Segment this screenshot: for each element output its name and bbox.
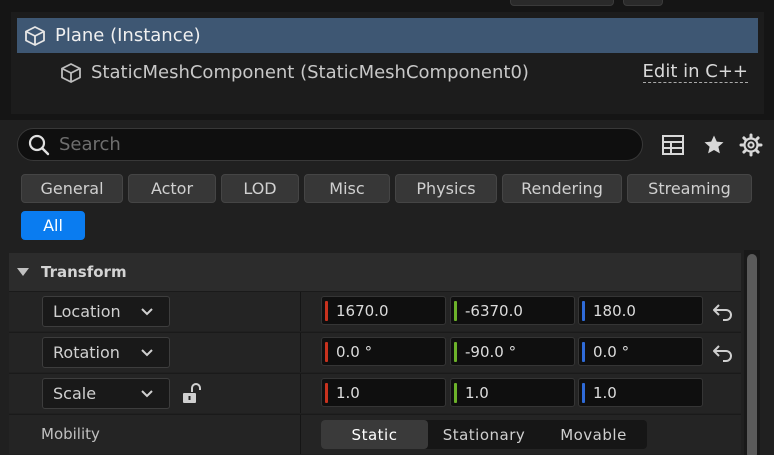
reset-to-default-icon[interactable] [712, 343, 734, 363]
settings-gear-icon[interactable] [738, 132, 764, 158]
mobility-label: Mobility [41, 425, 100, 443]
scale-row: Scale 1.0 1.0 1.0 [9, 373, 741, 413]
scale-y-value: 1.0 [465, 383, 489, 402]
table-view-icon[interactable] [660, 132, 686, 158]
filter-general-button[interactable]: General [21, 174, 123, 203]
mobility-stationary-option[interactable]: Stationary [428, 420, 540, 449]
column-divider [300, 333, 301, 372]
edit-in-cpp-link[interactable]: Edit in C++ [642, 62, 748, 83]
column-divider [300, 374, 301, 413]
location-row: Location 1670.0 -6370.0 180.0 [9, 291, 741, 331]
section-title: Transform [41, 263, 127, 281]
scale-x-value: 1.0 [336, 383, 360, 402]
tree-item-static-mesh-component[interactable]: StaticMeshComponent (StaticMeshComponent… [17, 55, 758, 90]
location-x-field[interactable]: 1670.0 [321, 296, 446, 325]
filter-misc-button[interactable]: Misc [304, 174, 390, 203]
rotation-z-field[interactable]: 0.0 ° [578, 337, 703, 366]
search-icon [27, 133, 51, 157]
location-z-value: 180.0 [593, 301, 636, 320]
location-y-value: -6370.0 [465, 301, 523, 320]
top-strip [0, 0, 774, 12]
details-panel: General Actor LOD Misc Physics Rendering… [0, 120, 774, 455]
mobility-row: Mobility Static Stationary Movable [9, 414, 741, 454]
cube-icon [59, 61, 83, 85]
top-toolbar-button[interactable] [510, 0, 614, 6]
location-combo[interactable]: Location [42, 296, 170, 327]
scale-z-value: 1.0 [593, 383, 617, 402]
z-axis-marker [582, 300, 585, 321]
combo-label: Rotation [53, 343, 120, 362]
search-box[interactable] [17, 128, 643, 161]
mobility-segmented-control: Static Stationary Movable [321, 420, 647, 449]
scale-z-field[interactable]: 1.0 [578, 378, 703, 407]
location-z-field[interactable]: 180.0 [578, 296, 703, 325]
column-divider [300, 292, 301, 331]
x-axis-marker [325, 341, 328, 362]
column-divider [300, 415, 301, 454]
y-axis-marker [454, 382, 457, 403]
rotation-y-value: -90.0 ° [465, 342, 517, 361]
collapse-triangle-icon [17, 268, 29, 276]
tree-item-plane-instance[interactable]: Plane (Instance) [17, 18, 758, 53]
chevron-down-icon [141, 349, 153, 357]
location-x-value: 1670.0 [336, 301, 389, 320]
tree-item-label: Plane (Instance) [55, 25, 201, 46]
component-tree: Plane (Instance) StaticMeshComponent (St… [11, 12, 764, 114]
y-axis-marker [454, 341, 457, 362]
x-axis-marker [325, 382, 328, 403]
reset-to-default-icon[interactable] [712, 302, 734, 322]
combo-label: Scale [53, 384, 97, 403]
scrollbar[interactable] [744, 250, 760, 455]
unlock-icon[interactable] [181, 383, 203, 405]
rotation-row: Rotation 0.0 ° -90.0 ° 0.0 ° [9, 332, 741, 372]
filter-all-button[interactable]: All [21, 211, 85, 240]
combo-label: Location [53, 302, 121, 321]
z-axis-marker [582, 382, 585, 403]
rotation-x-value: 0.0 ° [336, 342, 373, 361]
top-toolbar-button-small[interactable] [623, 0, 663, 6]
rotation-combo[interactable]: Rotation [42, 337, 170, 368]
filter-rendering-button[interactable]: Rendering [502, 174, 622, 203]
x-axis-marker [325, 300, 328, 321]
rotation-x-field[interactable]: 0.0 ° [321, 337, 446, 366]
scrollbar-thumb[interactable] [747, 254, 757, 455]
chevron-down-icon [141, 390, 153, 398]
favorites-star-icon[interactable] [701, 132, 727, 158]
rotation-z-value: 0.0 ° [593, 342, 630, 361]
mobility-static-option[interactable]: Static [321, 420, 428, 449]
filter-lod-button[interactable]: LOD [221, 174, 299, 203]
transform-section-header[interactable]: Transform [9, 253, 741, 291]
y-axis-marker [454, 300, 457, 321]
scale-y-field[interactable]: 1.0 [450, 378, 575, 407]
rotation-y-field[interactable]: -90.0 ° [450, 337, 575, 366]
scale-x-field[interactable]: 1.0 [321, 378, 446, 407]
z-axis-marker [582, 341, 585, 362]
search-input[interactable] [59, 134, 619, 155]
filter-actor-button[interactable]: Actor [128, 174, 216, 203]
tree-item-label: StaticMeshComponent (StaticMeshComponent… [91, 62, 529, 83]
location-y-field[interactable]: -6370.0 [450, 296, 575, 325]
scale-combo[interactable]: Scale [42, 378, 170, 409]
filter-streaming-button[interactable]: Streaming [627, 174, 752, 203]
cube-icon [23, 24, 47, 48]
chevron-down-icon [141, 308, 153, 316]
mobility-movable-option[interactable]: Movable [540, 420, 647, 449]
filter-physics-button[interactable]: Physics [395, 174, 497, 203]
